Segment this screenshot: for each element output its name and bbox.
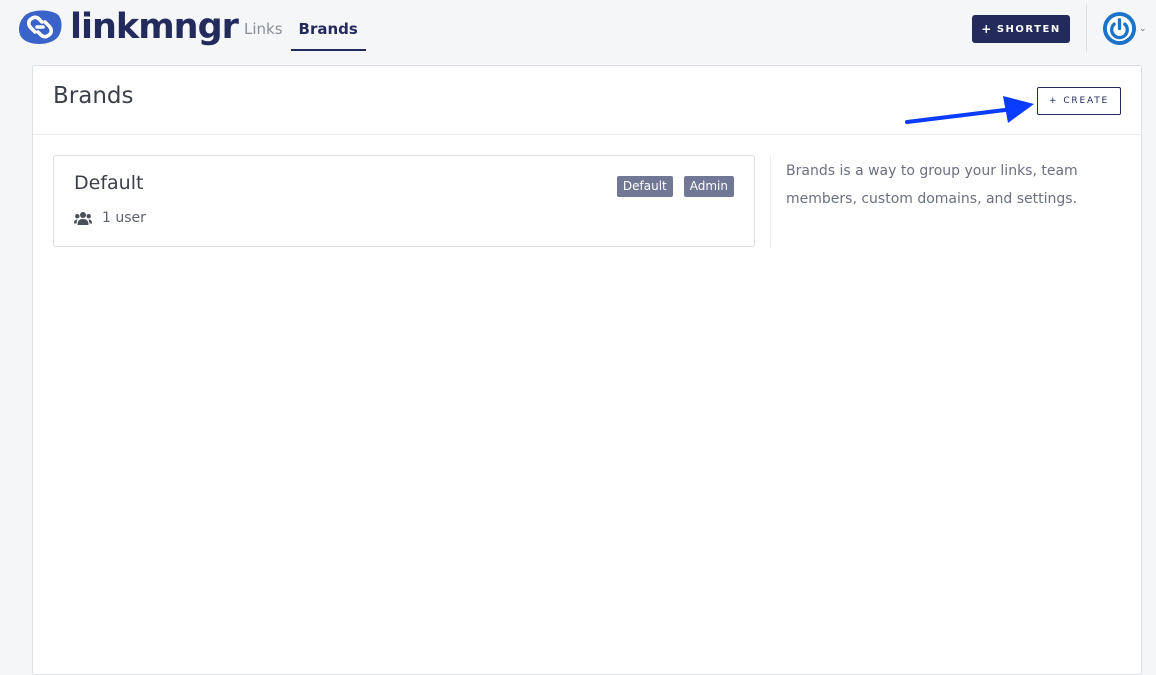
default-badge: Default [616, 176, 673, 197]
tab-links[interactable]: Links [236, 8, 291, 51]
brand-badges: Default Admin [606, 176, 734, 197]
brands-panel: Brands + CREATE Default Default Admin 1 … [32, 65, 1142, 675]
create-label: CREATE [1063, 96, 1109, 106]
member-count: 1 user [102, 210, 146, 226]
chain-link-icon [19, 10, 62, 44]
user-menu[interactable]: ⌄ [1102, 11, 1147, 46]
brands-description: Brands is a way to group your links, tea… [786, 163, 1078, 207]
main-nav: Links Brands [236, 8, 366, 52]
shorten-button[interactable]: + SHORTEN [972, 15, 1070, 43]
top-bar: linkmngr Links Brands + SHORTEN ⌄ [0, 0, 1156, 58]
shorten-label: SHORTEN [996, 23, 1061, 35]
plus-icon: + [1048, 96, 1059, 106]
power-icon [1102, 11, 1137, 46]
brand-members: 1 user [74, 210, 146, 226]
column-divider [770, 155, 771, 247]
plus-icon: + [981, 22, 993, 36]
brand-card[interactable]: Default Default Admin 1 user [53, 155, 755, 247]
role-badge: Admin [683, 176, 734, 197]
chevron-down-icon: ⌄ [1139, 23, 1147, 34]
header-divider [1086, 4, 1087, 52]
panel-header: Brands + CREATE [33, 66, 1141, 135]
logo-text: linkmngr [70, 7, 239, 47]
tab-brands[interactable]: Brands [290, 8, 366, 51]
users-icon [74, 211, 92, 225]
create-button[interactable]: + CREATE [1037, 87, 1121, 115]
page-title: Brands [53, 83, 134, 109]
logo[interactable]: linkmngr [17, 7, 239, 47]
brand-name: Default [74, 172, 144, 194]
